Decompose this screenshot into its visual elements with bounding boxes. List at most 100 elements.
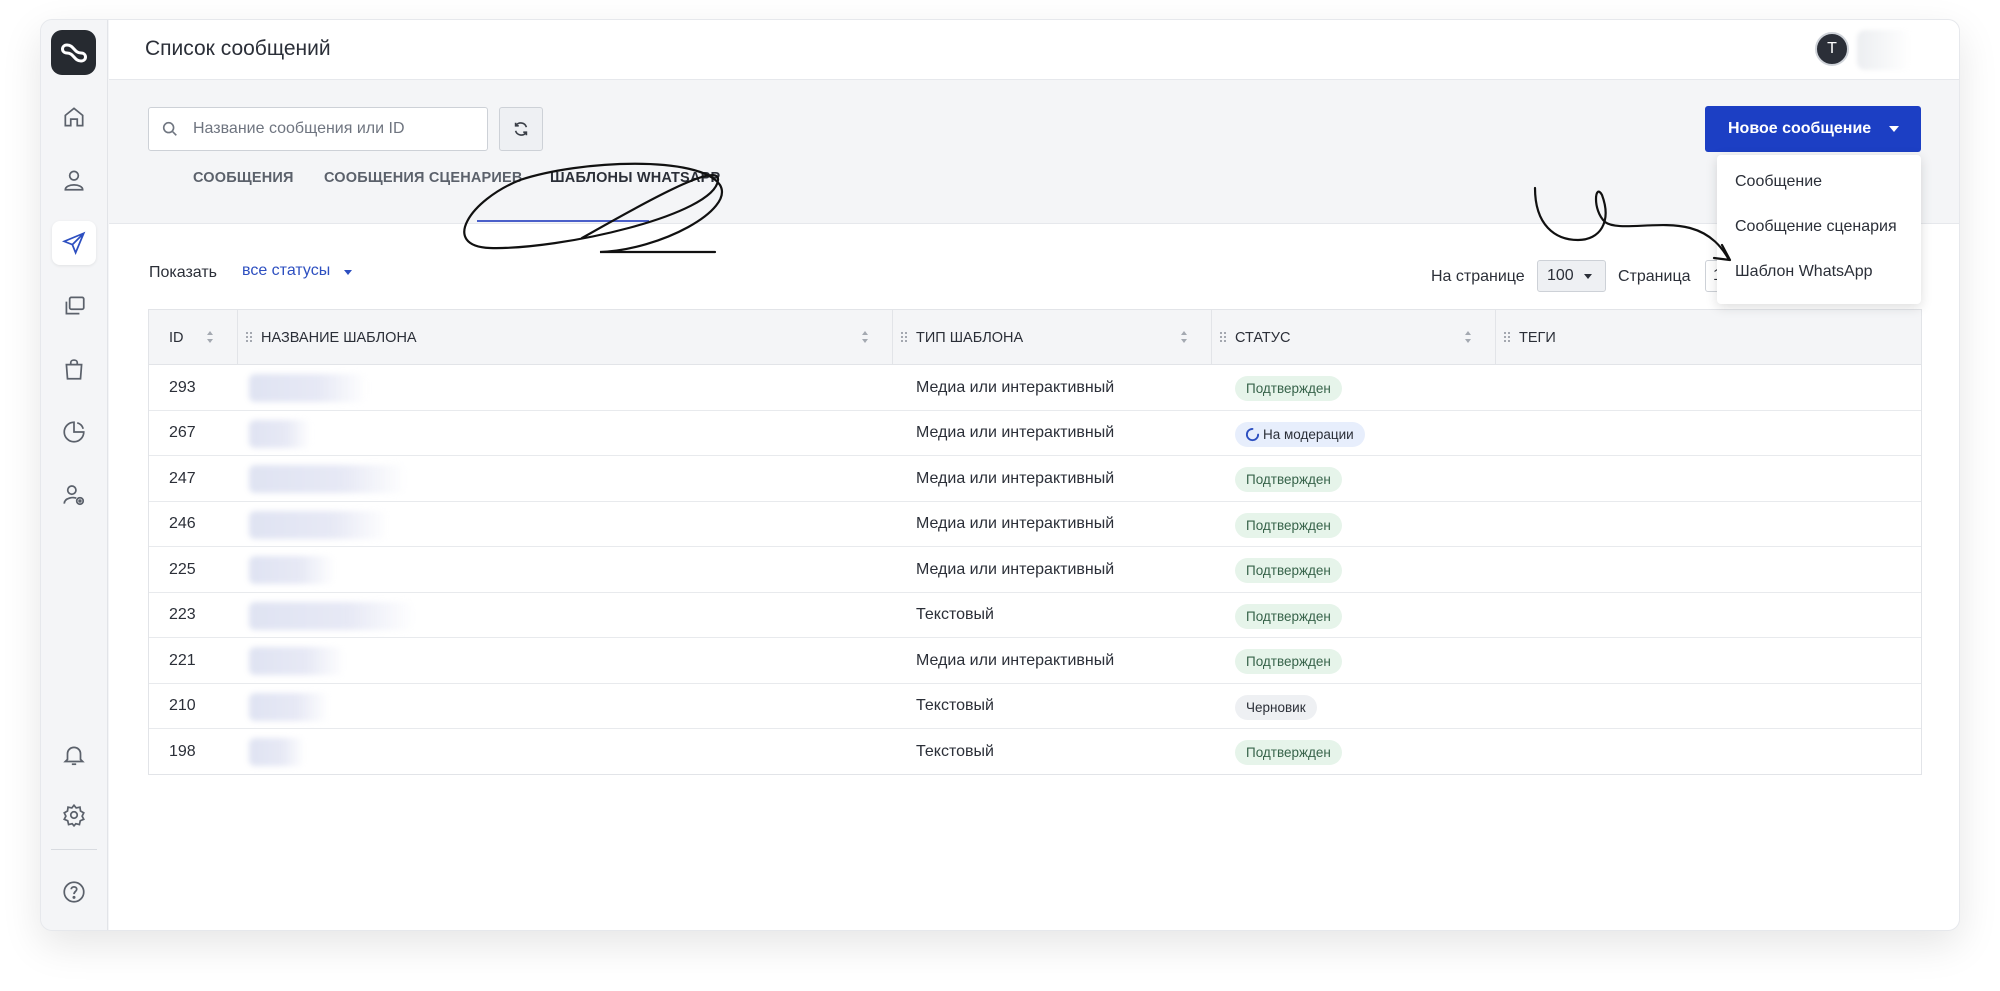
- status-badge: Подтвержден: [1235, 512, 1342, 538]
- status-badge: Подтвержден: [1235, 740, 1342, 765]
- template-name-redacted: [249, 465, 407, 493]
- pie-chart-icon: [63, 421, 85, 443]
- table-row[interactable]: 223 Текстовый Подтвержден: [149, 593, 1921, 638]
- cell-type: Медиа или интерактивный: [916, 651, 1115, 669]
- sidebar-item-analytics[interactable]: [52, 410, 96, 454]
- status-badge: Подтвержден: [1235, 467, 1342, 492]
- column-divider: [892, 310, 893, 365]
- send-icon: [61, 231, 86, 256]
- status-badge: Подтвержден: [1235, 603, 1342, 629]
- template-name-redacted: [249, 692, 329, 721]
- sidebar-item-shop[interactable]: [52, 347, 96, 391]
- cell-id: 267: [169, 424, 196, 441]
- tab-scenario-messages[interactable]: СООБЩЕНИЯ СЦЕНАРИЕВ: [324, 170, 523, 186]
- sort-icon[interactable]: [1180, 330, 1188, 344]
- per-page-value: 100: [1547, 267, 1574, 284]
- show-label: Показать: [149, 264, 218, 281]
- drag-handle-icon[interactable]: [1219, 331, 1227, 343]
- status-badge: Подтвержден: [1235, 558, 1342, 583]
- active-tab-indicator: [477, 220, 649, 222]
- search-box: [148, 107, 488, 151]
- menu-item-whatsapp-template[interactable]: Шаблон WhatsApp: [1735, 263, 1873, 281]
- template-name-redacted: [249, 601, 415, 630]
- avatar[interactable]: T: [1815, 32, 1849, 66]
- table-row[interactable]: 198 Текстовый Подтвержден: [149, 729, 1921, 775]
- table-row[interactable]: 246 Медиа или интерактивный Подтвержден: [149, 502, 1921, 547]
- sort-icon[interactable]: [206, 330, 214, 344]
- chevron-down-icon: [1584, 274, 1592, 279]
- sort-icon[interactable]: [1464, 330, 1472, 344]
- user-settings-icon: [63, 485, 85, 506]
- gear-icon: [63, 803, 85, 828]
- sidebar-item-settings[interactable]: [52, 793, 96, 837]
- new-message-button-label: Новое сообщение: [1728, 120, 1872, 137]
- cell-id: 223: [169, 606, 196, 623]
- menu-item-message[interactable]: Сообщение: [1735, 173, 1822, 191]
- drag-handle-icon[interactable]: [245, 331, 253, 343]
- cell-id: 293: [169, 378, 196, 396]
- column-divider: [1495, 310, 1496, 365]
- sidebar-item-contacts[interactable]: [52, 158, 96, 202]
- home-icon: [64, 107, 84, 127]
- search-input[interactable]: [193, 108, 483, 150]
- app-logo[interactable]: [51, 30, 96, 75]
- column-header-status[interactable]: СТАТУС: [1235, 310, 1290, 365]
- cell-type: Медиа или интерактивный: [916, 560, 1115, 578]
- refresh-button[interactable]: [499, 107, 543, 151]
- table-row[interactable]: 247 Медиа или интерактивный Подтвержден: [149, 456, 1921, 502]
- shopping-bag-icon: [65, 359, 83, 380]
- cell-type: Медиа или интерактивный: [916, 378, 1115, 396]
- per-page-label: На странице: [1431, 268, 1525, 285]
- sidebar-item-admin[interactable]: [52, 473, 96, 517]
- sidebar-item-notifications[interactable]: [52, 733, 96, 777]
- drag-handle-icon[interactable]: [1503, 331, 1511, 343]
- template-name-redacted: [249, 647, 345, 675]
- sidebar: [41, 20, 108, 930]
- logo-icon: [60, 42, 87, 63]
- new-message-menu: Сообщение Сообщение сценария Шаблон What…: [1717, 155, 1921, 304]
- sidebar-item-help[interactable]: [52, 870, 96, 914]
- template-name-redacted: [249, 419, 311, 448]
- tab-messages[interactable]: СООБЩЕНИЯ: [193, 170, 294, 186]
- app-window: Список сообщений T Новое сообщение СООБЩ…: [40, 19, 1960, 931]
- cell-type: Текстовый: [916, 606, 994, 623]
- status-filter[interactable]: все статусы: [242, 262, 330, 280]
- cell-id: 225: [169, 560, 196, 578]
- table-row[interactable]: 225 Медиа или интерактивный Подтвержден: [149, 547, 1921, 593]
- per-page-select[interactable]: 100: [1537, 260, 1606, 292]
- table-row[interactable]: 267 Медиа или интерактивный На модерации: [149, 411, 1921, 456]
- page-title: Список сообщений: [145, 37, 331, 60]
- status-badge: На модерации: [1235, 421, 1365, 447]
- status-badge: Подтвержден: [1235, 649, 1342, 674]
- sidebar-item-home[interactable]: [52, 95, 96, 139]
- cell-type: Текстовый: [916, 697, 994, 714]
- menu-item-scenario-message[interactable]: Сообщение сценария: [1735, 218, 1897, 236]
- top-bar: Список сообщений: [109, 20, 1959, 80]
- sidebar-item-templates[interactable]: [52, 284, 96, 328]
- column-divider: [1211, 310, 1212, 365]
- column-divider: [237, 310, 238, 365]
- new-message-button[interactable]: Новое сообщение: [1705, 106, 1921, 152]
- sort-icon[interactable]: [861, 330, 869, 344]
- column-header-name[interactable]: НАЗВАНИЕ ШАБЛОНА: [261, 310, 417, 365]
- table-row[interactable]: 210 Текстовый Черновик: [149, 684, 1921, 729]
- loading-spinner-icon: [1245, 427, 1260, 441]
- column-header-tags[interactable]: ТЕГИ: [1519, 310, 1556, 365]
- column-header-type[interactable]: ТИП ШАБЛОНА: [916, 310, 1023, 365]
- table-header: ID НАЗВАНИЕ ШАБЛОНА ТИП ШАБЛОНА СТАТУС Т…: [149, 310, 1921, 365]
- refresh-icon: [514, 122, 528, 136]
- status-badge: Черновик: [1235, 694, 1317, 720]
- cell-id: 247: [169, 469, 196, 487]
- column-header-id[interactable]: ID: [169, 310, 184, 365]
- bell-icon: [63, 746, 85, 766]
- sidebar-item-messages[interactable]: [52, 221, 96, 265]
- table-row[interactable]: 221 Медиа или интерактивный Подтвержден: [149, 638, 1921, 684]
- cell-type: Медиа или интерактивный: [916, 515, 1115, 532]
- drag-handle-icon[interactable]: [900, 331, 908, 343]
- chevron-down-icon[interactable]: [344, 270, 352, 275]
- cell-type: Медиа или интерактивный: [916, 469, 1115, 487]
- cell-id: 198: [169, 742, 196, 760]
- tab-whatsapp-templates[interactable]: ШАБЛОНЫ WHATSAPP: [550, 170, 720, 186]
- table-row[interactable]: 293 Медиа или интерактивный Подтвержден: [149, 365, 1921, 411]
- chevron-down-icon: [1889, 126, 1899, 132]
